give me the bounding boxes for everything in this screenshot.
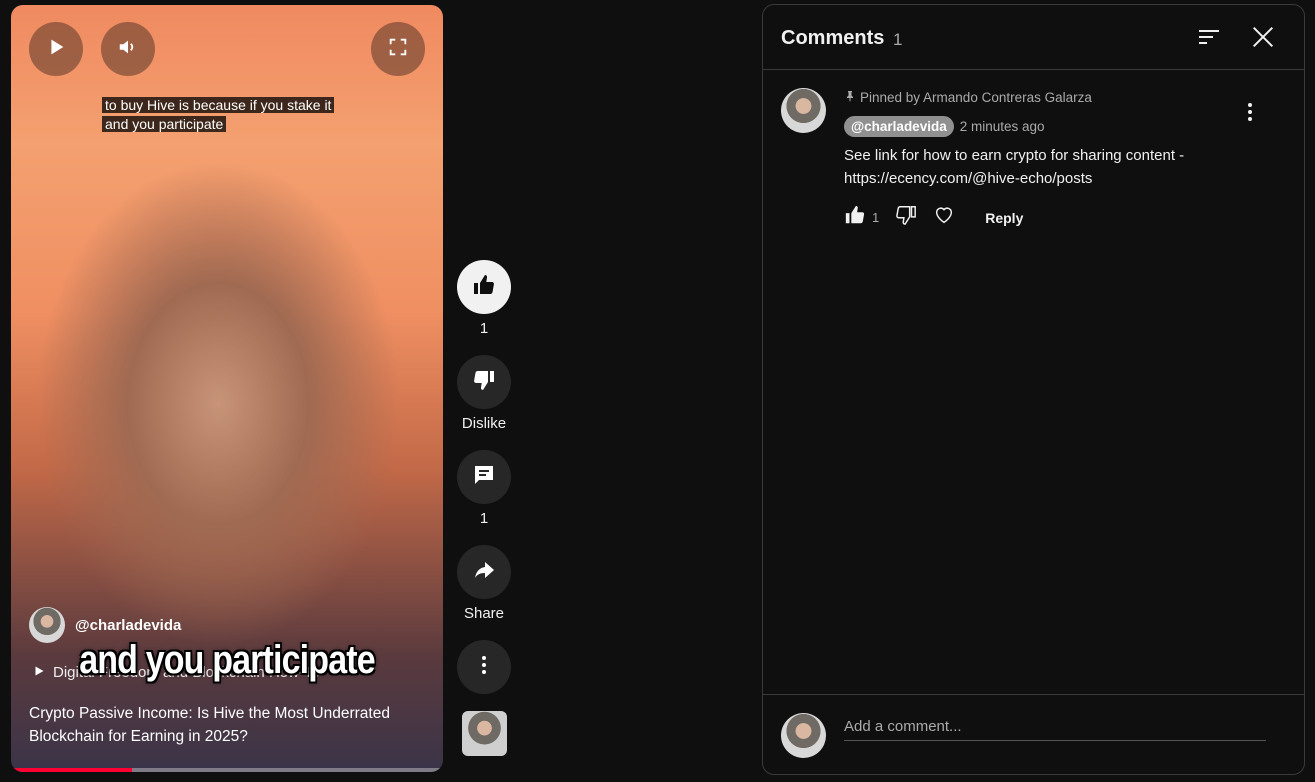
thumbs-down-icon: [895, 204, 917, 231]
comment-author[interactable]: @charladevida: [844, 116, 954, 137]
comment-text-line: See link for how to earn crypto for shar…: [844, 147, 1185, 164]
caption-line: to buy Hive is because if you stake it: [102, 97, 335, 113]
comments-header: Comments 1: [763, 5, 1304, 70]
comment-author-avatar[interactable]: [781, 88, 826, 133]
comment-meta: @charladevida 2 minutes ago: [844, 116, 1045, 137]
short-video-player[interactable]: to buy Hive is because if you stake it a…: [11, 5, 443, 772]
caption-line: and you participate: [102, 116, 227, 132]
share-label: Share: [463, 605, 505, 622]
progress-fill: [11, 768, 132, 772]
caption-overlay: to buy Hive is because if you stake it a…: [102, 96, 335, 134]
add-comment-input[interactable]: [844, 712, 1266, 741]
dislike-label: Dislike: [461, 415, 507, 432]
add-comment-bar: [763, 694, 1304, 774]
mute-button[interactable]: [101, 22, 155, 76]
dislike-button[interactable]: [457, 355, 511, 409]
pin-icon: [844, 90, 856, 105]
comment-dislike-button[interactable]: [895, 204, 917, 231]
like-button[interactable]: [457, 260, 511, 314]
more-vertical-icon: [1238, 103, 1262, 128]
burned-in-caption: and you participate: [79, 638, 375, 682]
pinned-text: Pinned by Armando Contreras Galarza: [860, 90, 1092, 105]
pinned-indicator: Pinned by Armando Contreras Galarza: [844, 90, 1092, 105]
comments-title: Comments: [781, 27, 885, 49]
action-rail: 1 Dislike 1 Share: [456, 260, 512, 756]
play-icon: [45, 36, 67, 63]
sound-thumbnail[interactable]: [461, 711, 507, 756]
comment-menu-button[interactable]: [1238, 100, 1262, 124]
thumbs-up-icon: [844, 204, 866, 231]
comment-actions: 1 Reply: [844, 204, 1023, 231]
fullscreen-icon: [387, 36, 409, 63]
user-avatar: [781, 713, 826, 758]
comment-text: See link for how to earn crypto for shar…: [844, 144, 1244, 190]
close-icon: [1249, 27, 1277, 55]
more-vertical-icon: [472, 653, 496, 682]
more-actions-button[interactable]: [457, 640, 511, 694]
comment-like-button[interactable]: [844, 204, 866, 231]
share-button[interactable]: [457, 545, 511, 599]
sort-button[interactable]: [1195, 23, 1223, 51]
comment-link[interactable]: https://ecency.com/@hive-echo/posts: [844, 170, 1092, 187]
thumbs-down-icon: [472, 368, 496, 397]
channel-handle[interactable]: @charladevida: [75, 617, 181, 634]
video-title[interactable]: Crypto Passive Income: Is Hive the Most …: [29, 702, 419, 748]
comment-time[interactable]: 2 minutes ago: [960, 119, 1045, 134]
comments-button[interactable]: [457, 450, 511, 504]
volume-icon: [117, 36, 139, 63]
comments-panel: Comments 1 Pinned by Armando Contreras G…: [762, 4, 1305, 775]
comment-count: 1: [479, 510, 489, 527]
reply-button[interactable]: Reply: [985, 210, 1023, 226]
share-icon: [472, 558, 496, 587]
comments-count: 1: [893, 30, 903, 49]
comment-icon: [472, 463, 496, 492]
heart-button[interactable]: [933, 204, 955, 231]
thumbs-up-icon: [472, 273, 496, 302]
play-button[interactable]: [29, 22, 83, 76]
comment-like-count: 1: [872, 210, 880, 225]
fullscreen-button[interactable]: [371, 22, 425, 76]
like-count: 1: [479, 320, 489, 337]
progress-bar[interactable]: [11, 768, 443, 772]
close-comments-button[interactable]: [1249, 23, 1277, 51]
sort-icon: [1195, 30, 1223, 55]
heart-icon: [933, 204, 955, 231]
